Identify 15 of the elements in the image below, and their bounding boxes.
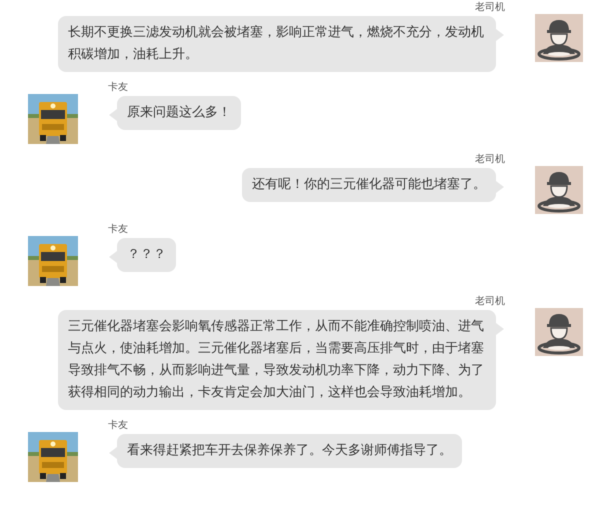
driver-avatar-icon bbox=[535, 166, 583, 214]
bubble-tail bbox=[109, 447, 117, 459]
sender-name: 老司机 bbox=[475, 154, 505, 166]
driver-avatar-icon bbox=[535, 14, 583, 62]
bubble-tail bbox=[496, 181, 504, 193]
bubble-tail bbox=[496, 29, 504, 41]
bubble-tail bbox=[496, 323, 504, 335]
sender-name: 卡友 bbox=[108, 224, 128, 236]
bubble-tail bbox=[109, 109, 117, 121]
sender-name: 卡友 bbox=[108, 82, 128, 94]
driver-avatar-icon bbox=[535, 308, 583, 356]
sender-name: 老司机 bbox=[475, 2, 505, 14]
sender-name: 卡友 bbox=[108, 420, 128, 432]
bubble-tail bbox=[109, 251, 117, 263]
sender-name: 老司机 bbox=[475, 296, 505, 308]
